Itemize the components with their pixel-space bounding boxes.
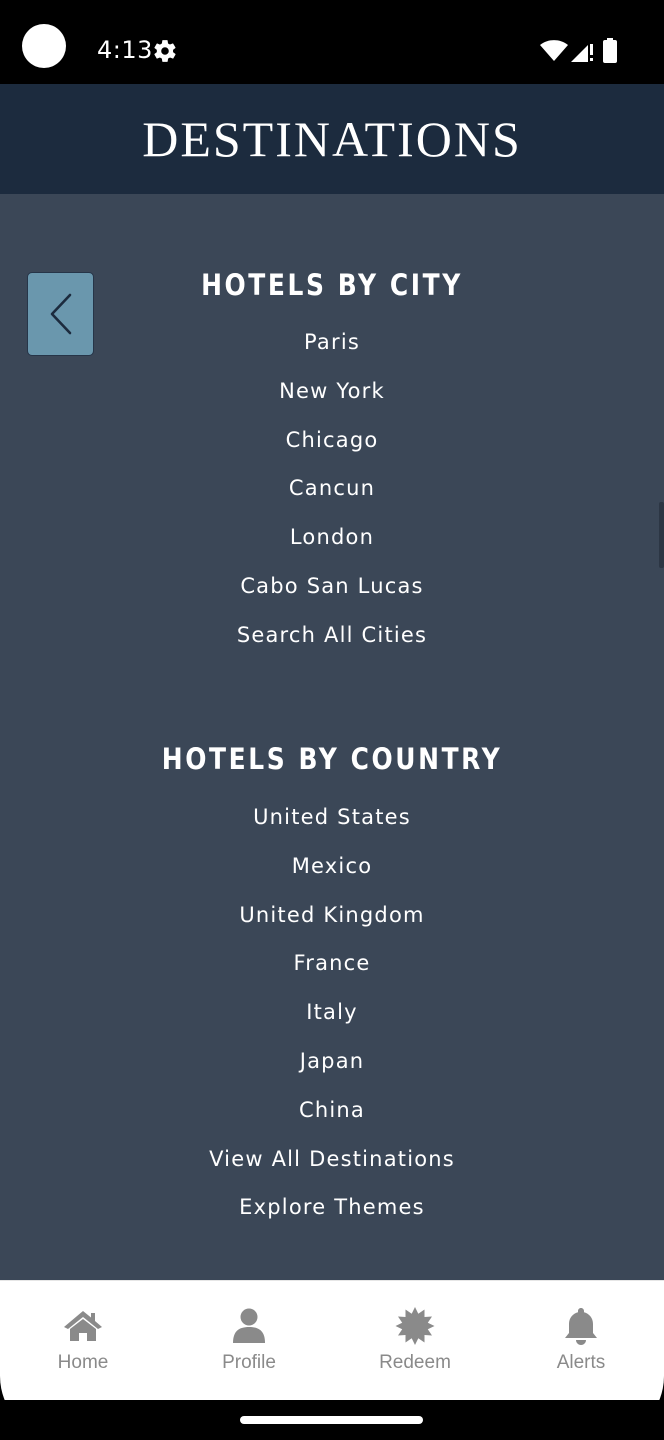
settings-gear-icon (154, 40, 176, 62)
country-list: United States Mexico United Kingdom Fran… (0, 793, 664, 1232)
country-link[interactable]: China (0, 1086, 664, 1135)
signal-icon (571, 44, 593, 62)
battery-icon (603, 38, 617, 63)
bell-icon (565, 1308, 597, 1345)
page-title: DESTINATIONS (142, 111, 522, 167)
nav-alerts[interactable]: Alerts (498, 1281, 664, 1400)
nav-redeem-label: Redeem (379, 1352, 451, 1373)
bottom-navigation: Home Profile Redeem Alerts (0, 1280, 664, 1400)
home-icon (64, 1311, 102, 1341)
city-link[interactable]: New York (0, 367, 664, 416)
country-link[interactable]: Mexico (0, 842, 664, 891)
explore-themes-link[interactable]: Explore Themes (0, 1183, 664, 1232)
nav-profile-label: Profile (222, 1352, 276, 1373)
city-link[interactable]: Cabo San Lucas (0, 562, 664, 611)
destinations-content[interactable]: HOTELS BY CITY Paris New York Chicago Ca… (0, 194, 664, 1280)
status-time: 4:13 (97, 36, 153, 64)
view-all-destinations-link[interactable]: View All Destinations (0, 1135, 664, 1184)
camera-cutout (22, 24, 66, 68)
redeem-icon (395, 1307, 435, 1345)
search-all-cities-link[interactable]: Search All Cities (0, 611, 664, 660)
hotels-by-country-heading: HOTELS BY COUNTRY (161, 742, 503, 776)
gesture-navigation-area (0, 1400, 664, 1440)
city-link[interactable]: Paris (0, 318, 664, 367)
wifi-icon (540, 40, 568, 61)
nav-redeem[interactable]: Redeem (332, 1281, 498, 1400)
status-bar: 4:13 (0, 0, 664, 84)
city-link[interactable]: Chicago (0, 416, 664, 465)
hotels-by-city-heading: HOTELS BY CITY (201, 268, 463, 302)
phone-screen: 4:13 DESTINATIONS HOTELS BY CITY Paris N… (0, 0, 664, 1440)
nav-home-label: Home (57, 1352, 109, 1373)
city-link[interactable]: London (0, 513, 664, 562)
country-link[interactable]: United States (0, 793, 664, 842)
app-header: DESTINATIONS (0, 84, 664, 194)
city-list: Paris New York Chicago Cancun London Cab… (0, 318, 664, 660)
profile-icon (233, 1308, 265, 1343)
nav-home[interactable]: Home (0, 1281, 166, 1400)
nav-profile[interactable]: Profile (166, 1281, 332, 1400)
home-gesture-handle[interactable] (240, 1416, 423, 1424)
country-link[interactable]: Italy (0, 988, 664, 1037)
country-link[interactable]: France (0, 939, 664, 988)
country-link[interactable]: Japan (0, 1037, 664, 1086)
city-link[interactable]: Cancun (0, 464, 664, 513)
nav-alerts-label: Alerts (556, 1352, 606, 1373)
country-link[interactable]: United Kingdom (0, 891, 664, 940)
